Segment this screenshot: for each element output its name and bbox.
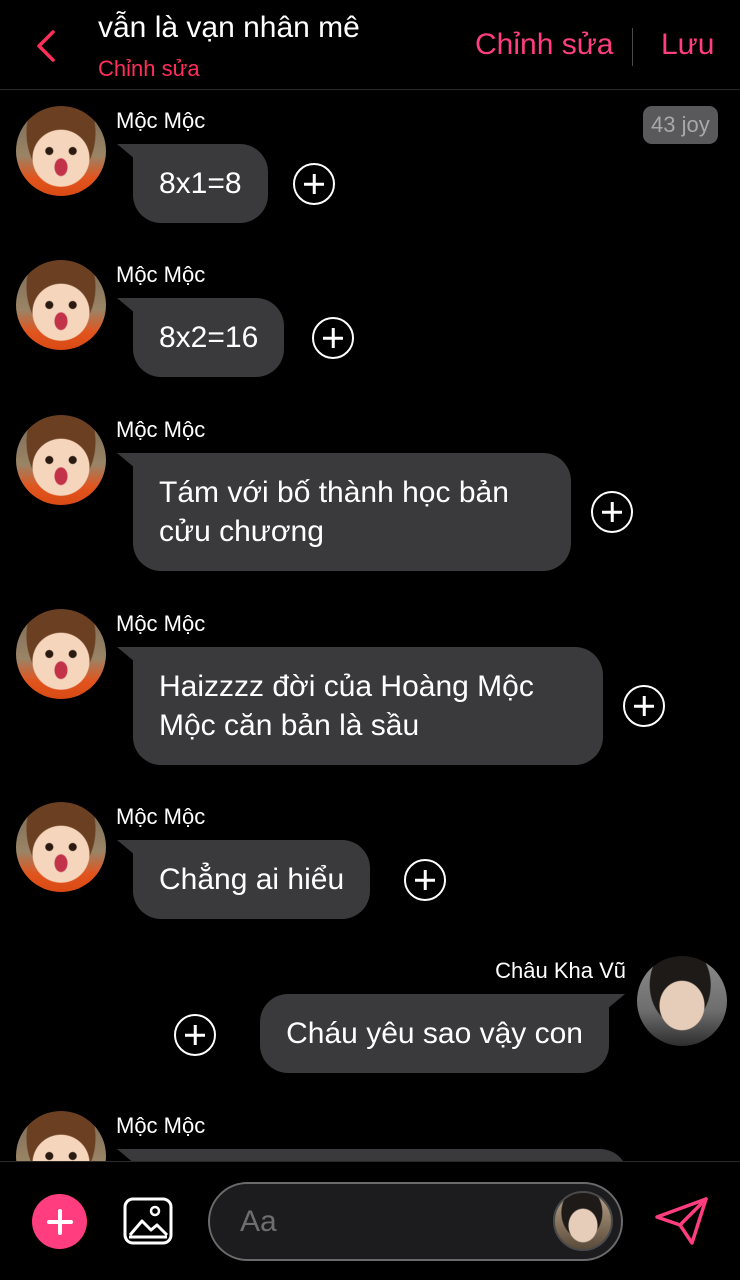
chat-header: vẫn là vạn nhân mê Chỉnh sửa Chỉnh sửa L… [0, 0, 740, 90]
add-reaction-icon[interactable] [404, 859, 446, 901]
message-bubble[interactable]: Chẳng ai hiểu [117, 840, 371, 919]
message-bubble[interactable]: Cháu yêu sao vậy con [260, 994, 625, 1073]
sender-name: Mộc Mộc [116, 417, 206, 442]
add-reaction-icon[interactable] [293, 163, 335, 205]
add-reaction-icon[interactable] [312, 317, 354, 359]
chevron-left-icon [37, 30, 55, 62]
message-text: Tám với bố thành học bản cửu chương [159, 476, 509, 548]
save-button[interactable]: Lưu [661, 28, 714, 62]
image-icon [123, 1197, 173, 1245]
avatar[interactable] [16, 1111, 106, 1161]
header-divider [632, 28, 633, 66]
composer-bar [0, 1161, 740, 1280]
message-bubble[interactable]: Tám với bố thành học bản cửu chương [117, 453, 571, 571]
add-button[interactable] [32, 1194, 87, 1249]
avatar[interactable] [16, 260, 106, 350]
joy-badge: 43 joy [643, 106, 718, 144]
avatar[interactable] [16, 415, 106, 505]
message-text: Haizzzz đời của Hoàng Mộc Mộc căn bản là… [159, 670, 534, 742]
message-input[interactable] [240, 1184, 540, 1259]
message-bubble[interactable]: 8x2=16 [117, 298, 285, 377]
avatar[interactable] [637, 956, 727, 1046]
message-input-container[interactable] [208, 1182, 623, 1261]
send-icon [655, 1197, 708, 1245]
image-button[interactable] [122, 1196, 174, 1246]
message-bubble[interactable]: 8x1=8 [117, 144, 268, 223]
chat-screen: vẫn là vạn nhân mê Chỉnh sửa Chỉnh sửa L… [0, 0, 740, 1280]
send-button[interactable] [654, 1195, 710, 1247]
sender-name: Châu Kha Vũ [495, 958, 626, 983]
message-text: 8x2=16 [159, 321, 259, 354]
edit-button[interactable]: Chỉnh sửa [475, 28, 614, 62]
sender-name: Mộc Mộc [116, 108, 206, 133]
add-reaction-icon[interactable] [174, 1014, 216, 1056]
chat-subtitle[interactable]: Chỉnh sửa [98, 56, 200, 82]
avatar[interactable] [16, 802, 106, 892]
chat-title: vẫn là vạn nhân mê [98, 11, 360, 44]
message-text: 8x1=8 [159, 167, 242, 200]
message-text: Cháu yêu sao vậy con [286, 1017, 583, 1050]
message-bubble[interactable] [117, 1149, 628, 1161]
sender-name: Mộc Mộc [116, 611, 206, 636]
sender-name: Mộc Mộc [116, 804, 206, 829]
add-reaction-icon[interactable] [591, 491, 633, 533]
add-reaction-icon[interactable] [623, 685, 665, 727]
avatar[interactable] [16, 106, 106, 196]
sender-name: Mộc Mộc [116, 262, 206, 287]
message-bubble[interactable]: Haizzzz đời của Hoàng Mộc Mộc căn bản là… [117, 647, 603, 765]
message-list[interactable]: 43 joy Mộc Mộc 8x1=8 Mộc Mộc 8x2=16 Mộc … [0, 91, 740, 1161]
message-text: Chẳng ai hiểu [159, 863, 345, 896]
back-button[interactable] [26, 26, 66, 66]
sender-name: Mộc Mộc [116, 1113, 206, 1138]
persona-avatar[interactable] [553, 1191, 613, 1251]
avatar[interactable] [16, 609, 106, 699]
